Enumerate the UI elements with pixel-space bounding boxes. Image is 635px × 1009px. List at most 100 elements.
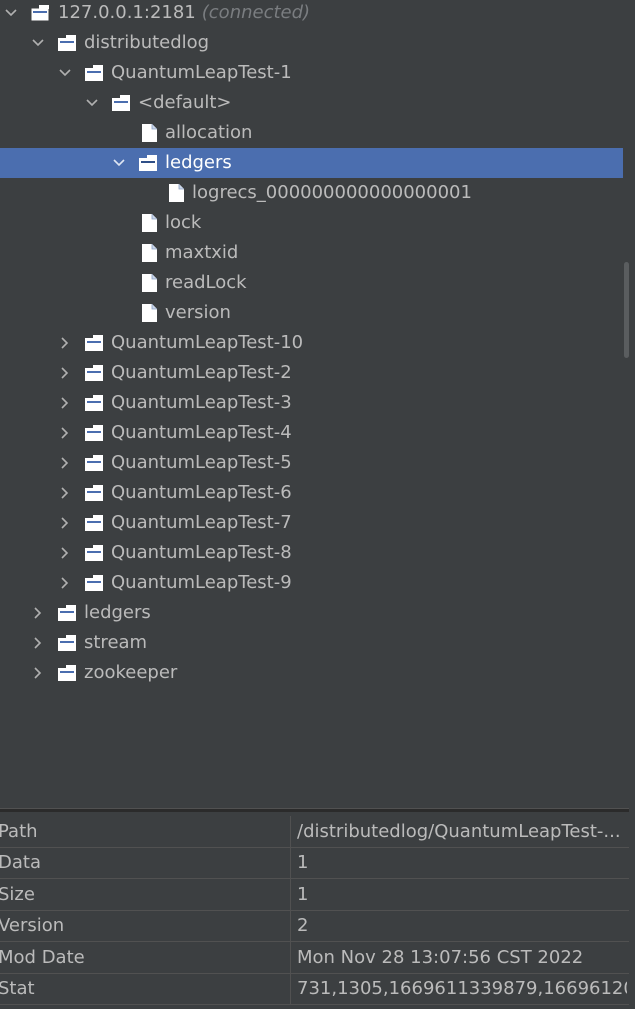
tree-node-root[interactable]: 127.0.0.1:2181 (connected) (0, 0, 629, 28)
tree-node-label: distributedlog (84, 32, 210, 53)
property-value: Mon Nov 28 13:07:56 CST 2022 (297, 947, 584, 968)
property-value: 1 (297, 852, 309, 873)
tree-node-label: allocation (165, 122, 253, 143)
folder-icon (138, 153, 158, 173)
chevron-right-icon[interactable] (57, 418, 73, 448)
folder-icon (84, 483, 104, 503)
tree-node-label: QuantumLeapTest-1 (111, 62, 292, 83)
chevron-right-icon[interactable] (57, 328, 73, 358)
property-value: /distributedlog/QuantumLeapTest-... (297, 821, 621, 842)
tree-node[interactable]: QuantumLeapTest-7 (0, 508, 629, 538)
tree-leaf[interactable]: allocation (0, 118, 629, 148)
folder-icon (30, 3, 50, 23)
property-value: 1 (297, 884, 309, 905)
tree-leaf[interactable]: readLock (0, 268, 629, 298)
tree-leaf[interactable]: maxtxid (0, 238, 629, 268)
file-icon (167, 183, 187, 203)
property-key: Size (0, 884, 35, 905)
folder-icon (84, 453, 104, 473)
chevron-right-icon[interactable] (57, 568, 73, 598)
column-divider (290, 879, 291, 910)
folder-icon (57, 633, 77, 653)
tree-node[interactable]: QuantumLeapTest-5 (0, 448, 629, 478)
tree-node-label: QuantumLeapTest-6 (111, 482, 292, 503)
tree-node[interactable]: QuantumLeapTest-3 (0, 388, 629, 418)
tree-node-label: QuantumLeapTest-10 (111, 332, 304, 353)
tree-node[interactable]: distributedlog (0, 28, 629, 58)
folder-icon (84, 573, 104, 593)
chevron-right-icon[interactable] (57, 538, 73, 568)
tree-node[interactable]: QuantumLeapTest-8 (0, 538, 629, 568)
chevron-right-icon[interactable] (57, 448, 73, 478)
tree-node-selected[interactable]: ledgers (0, 148, 629, 178)
property-key: Stat (0, 978, 35, 999)
tree-node-label: QuantumLeapTest-8 (111, 542, 292, 563)
tree-node-label: QuantumLeapTest-3 (111, 392, 292, 413)
node-properties-table: Path /distributedlog/QuantumLeapTest-...… (0, 812, 629, 1009)
folder-icon (84, 63, 104, 83)
table-row[interactable]: Path /distributedlog/QuantumLeapTest-... (0, 816, 629, 848)
scrollbar-thumb[interactable] (624, 262, 629, 358)
chevron-right-icon[interactable] (30, 598, 46, 628)
folder-icon (57, 33, 77, 53)
tree-node[interactable]: QuantumLeapTest-10 (0, 328, 629, 358)
tree-node-label: lock (165, 212, 202, 233)
tree-scrollbar[interactable] (623, 0, 629, 808)
chevron-down-icon[interactable] (84, 88, 100, 118)
tree-leaf[interactable]: version (0, 298, 629, 328)
tree-node[interactable]: QuantumLeapTest-1 (0, 58, 629, 88)
tree-leaf[interactable]: logrecs_000000000000000001 (0, 178, 629, 208)
file-icon (140, 123, 160, 143)
tree-node-label: QuantumLeapTest-9 (111, 572, 292, 593)
tree-node[interactable]: <default> (0, 88, 629, 118)
file-icon (140, 273, 160, 293)
tree-node-label: ledgers (84, 602, 151, 623)
tree-node-label: stream (84, 632, 148, 653)
chevron-down-icon[interactable] (111, 148, 127, 178)
tree-node[interactable]: ledgers (0, 598, 629, 628)
chevron-down-icon[interactable] (57, 58, 73, 88)
property-value: 731,1305,1669611339879,16696120... (297, 978, 627, 999)
chevron-down-icon[interactable] (3, 0, 19, 28)
table-row[interactable]: Size 1 (0, 879, 629, 911)
file-icon (140, 213, 160, 233)
chevron-right-icon[interactable] (57, 358, 73, 388)
property-value: 2 (297, 915, 309, 936)
folder-icon (57, 603, 77, 623)
property-key: Data (0, 852, 41, 873)
chevron-right-icon[interactable] (57, 388, 73, 418)
file-icon (140, 243, 160, 263)
tree-leaf[interactable]: lock (0, 208, 629, 238)
tree-node-label: QuantumLeapTest-2 (111, 362, 292, 383)
zookeeper-tree: 127.0.0.1:2181 (connected) distributedlog… (0, 0, 629, 808)
table-row[interactable]: Version 2 (0, 910, 629, 942)
table-row[interactable]: Mod Date Mon Nov 28 13:07:56 CST 2022 (0, 942, 629, 974)
chevron-right-icon[interactable] (57, 508, 73, 538)
tree-node[interactable]: QuantumLeapTest-4 (0, 418, 629, 448)
chevron-right-icon[interactable] (30, 658, 46, 688)
tree-node[interactable]: stream (0, 628, 629, 658)
folder-icon (84, 513, 104, 533)
table-row[interactable]: Stat 731,1305,1669611339879,16696120... (0, 973, 629, 1005)
tree-node[interactable]: zookeeper (0, 658, 629, 688)
chevron-right-icon[interactable] (57, 478, 73, 508)
table-row[interactable]: Data 1 (0, 847, 629, 879)
property-key: Version (0, 915, 65, 936)
column-divider (290, 816, 291, 847)
tree-node-label: version (165, 302, 231, 323)
property-key: Mod Date (0, 947, 85, 968)
tree-node-label: zookeeper (84, 662, 178, 683)
tree-node-label: ledgers (165, 152, 232, 173)
tree-node-label: QuantumLeapTest-5 (111, 452, 292, 473)
tree-node[interactable]: QuantumLeapTest-6 (0, 478, 629, 508)
tree-node-label: QuantumLeapTest-7 (111, 512, 292, 533)
file-icon (140, 303, 160, 323)
folder-icon (111, 93, 131, 113)
tree-node[interactable]: QuantumLeapTest-2 (0, 358, 629, 388)
folder-icon (84, 423, 104, 443)
chevron-right-icon[interactable] (30, 628, 46, 658)
chevron-down-icon[interactable] (30, 28, 46, 58)
property-key: Path (0, 821, 38, 842)
column-divider (290, 910, 291, 941)
tree-node[interactable]: QuantumLeapTest-9 (0, 568, 629, 598)
